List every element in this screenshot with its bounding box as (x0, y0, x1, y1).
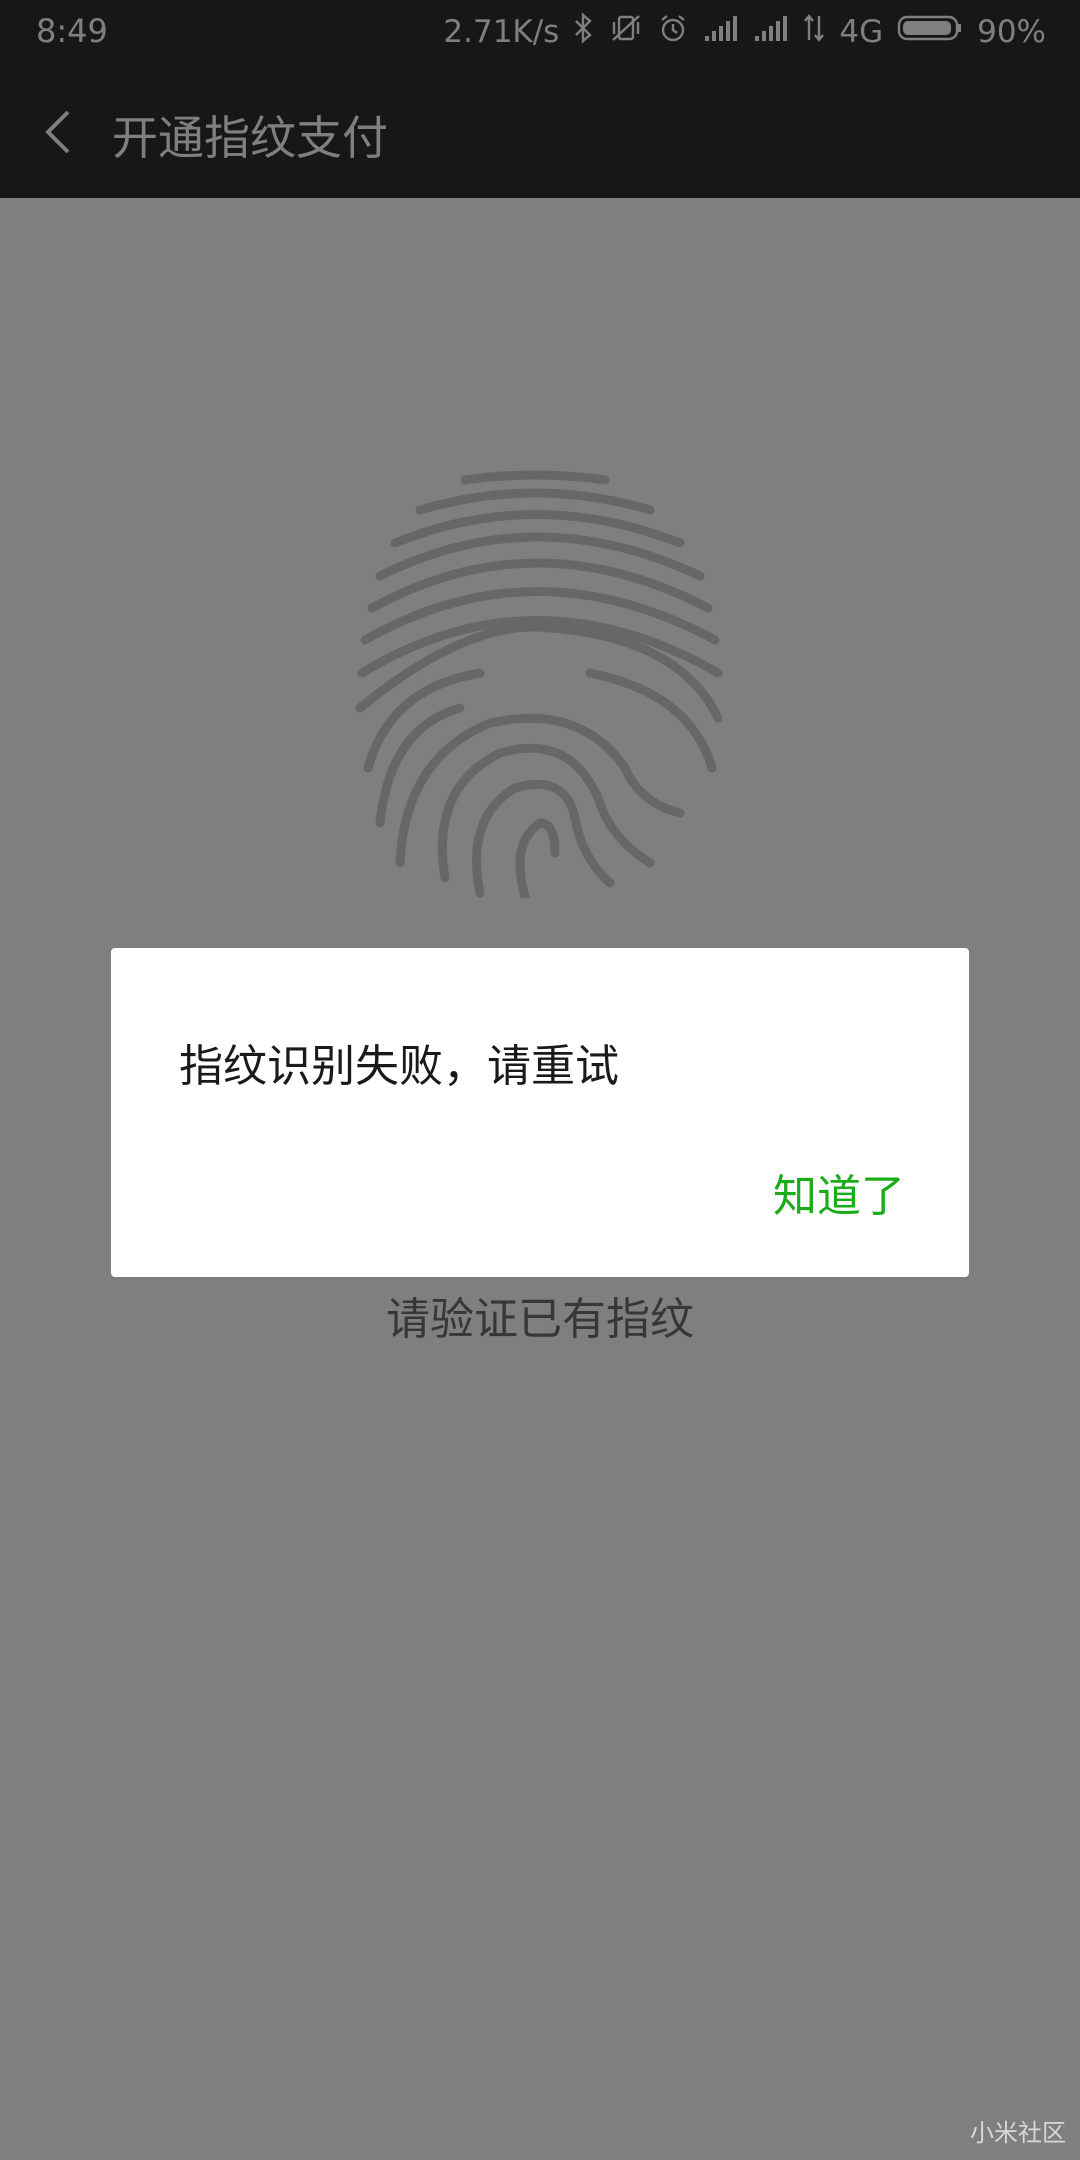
ok-button[interactable]: 知道了 (773, 1160, 905, 1224)
dialog-message: 指纹识别失败，请重试 (179, 1041, 619, 1092)
watermark: 小米社区 (970, 2119, 1066, 2147)
alert-dialog: 指纹识别失败，请重试 知道了 (111, 948, 969, 1277)
